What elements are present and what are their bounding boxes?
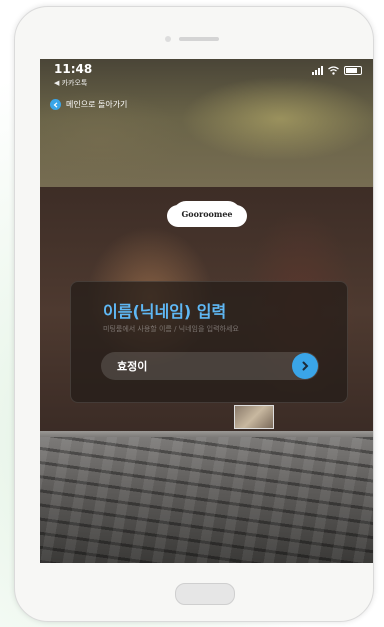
phone-screen: 11:48 ◀ 카카오톡 메인으로 돌아가기 Gooroomee 이름(닉네임)… <box>40 59 373 563</box>
status-back-app[interactable]: ◀ 카카오톡 <box>54 78 87 88</box>
name-input-value: 효정이 <box>117 360 148 373</box>
wifi-icon <box>328 66 339 75</box>
back-arrow-icon <box>50 99 61 110</box>
signal-icon <box>312 66 323 75</box>
back-label: 메인으로 돌아가기 <box>66 100 128 109</box>
video-thumbnail <box>234 405 274 429</box>
status-time: 11:48 <box>54 62 93 76</box>
submit-button[interactable] <box>292 353 318 379</box>
speaker-grill <box>179 37 219 41</box>
background-photo-keyboard <box>40 437 373 563</box>
phone-frame: 11:48 ◀ 카카오톡 메인으로 돌아가기 Gooroomee 이름(닉네임)… <box>14 6 374 622</box>
back-to-main-link[interactable]: 메인으로 돌아가기 <box>50 99 127 110</box>
name-input-field[interactable]: 효정이 <box>101 352 319 380</box>
status-icons <box>312 66 362 75</box>
status-bar: 11:48 ◀ 카카오톡 <box>40 59 373 91</box>
chevron-right-icon <box>302 361 309 371</box>
card-subtitle: 미팅룸에서 사용할 이름 / 닉네임을 입력하세요 <box>103 325 239 333</box>
card-title: 이름(닉네임) 입력 <box>103 302 227 321</box>
camera-icon <box>165 36 171 42</box>
logo-text: Gooroomee <box>181 209 233 219</box>
home-button[interactable] <box>175 583 235 605</box>
battery-icon <box>344 66 362 75</box>
gooroomee-logo: Gooroomee <box>173 201 241 227</box>
name-input-card: 이름(닉네임) 입력 미팅룸에서 사용할 이름 / 닉네임을 입력하세요 효정이 <box>70 281 348 403</box>
